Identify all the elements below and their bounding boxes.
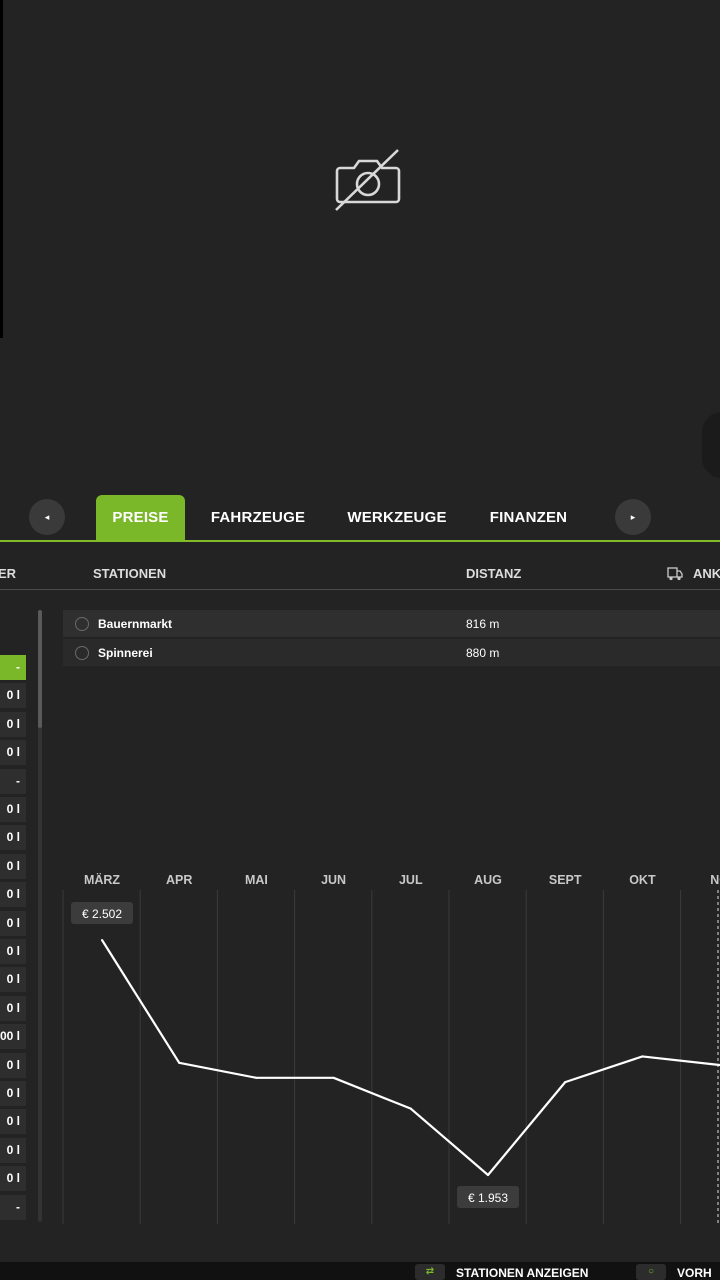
price-line (101, 939, 720, 1177)
tab-bar: ◂ PREISE FAHRZEUGE WERKZEUGE FINANZEN ▸ (0, 488, 720, 542)
month-tick-label: JUN (321, 873, 346, 887)
scrollbar-thumb[interactable] (38, 610, 42, 728)
station-icon (75, 617, 89, 631)
max-price-label: € 2.502 (71, 902, 133, 924)
min-price-label: € 1.953 (457, 1186, 519, 1208)
tab-preise[interactable]: PREISE (96, 495, 185, 540)
station-row[interactable]: Spinnerei 880 m (63, 639, 720, 666)
month-tick-label: SEPT (549, 873, 582, 887)
camera-off-icon (335, 149, 401, 211)
left-list-item[interactable]: 0 l (0, 711, 26, 737)
left-list-item[interactable]: - (0, 655, 26, 680)
price-point (178, 1061, 181, 1064)
station-distance: 880 m (466, 646, 500, 660)
price-chart: MÄRZ APR MAI JUN JUL AUG SEPT OKT NO € 2.502 € 1.9… (62, 872, 720, 1224)
truck-icon (667, 567, 683, 581)
month-tick-label: MAI (245, 873, 268, 887)
left-list-item[interactable]: 0 l (0, 825, 26, 851)
table-header: ER STATIONEN DISTANZ ANK (0, 558, 720, 590)
price-point (641, 1055, 644, 1058)
side-handle[interactable] (702, 412, 720, 478)
station-name: Bauernmarkt (98, 617, 173, 631)
month-tick-label: MÄRZ (84, 872, 120, 887)
price-point (332, 1076, 335, 1079)
station-name: Spinnerei (98, 646, 153, 660)
month-tick-label: NO (710, 873, 720, 887)
column-stations: STATIONEN (93, 566, 167, 581)
left-list-item[interactable]: 0 l (0, 683, 26, 709)
show-stations-label: STATIONEN ANZEIGEN (456, 1266, 589, 1280)
month-tick-label: APR (166, 873, 192, 887)
station-row[interactable]: Bauernmarkt 816 m (63, 610, 720, 637)
column-distance: DISTANZ (466, 566, 522, 581)
station-icon (75, 646, 89, 660)
price-point (487, 1174, 489, 1176)
swap-icon: ⇄ (415, 1264, 445, 1280)
show-stations-button[interactable]: ⇄ STATIONEN ANZEIGEN (411, 1262, 611, 1280)
tab-werkzeuge[interactable]: WERKZEUGE (340, 495, 454, 540)
camera-preview (0, 0, 720, 478)
left-list-item[interactable]: 0 l (0, 740, 26, 766)
price-point (255, 1076, 258, 1079)
month-tick-label: AUG (474, 873, 502, 887)
month-tick-label: OKT (629, 873, 656, 887)
tab-finanzen[interactable]: FINANZEN (482, 495, 575, 540)
price-point (409, 1107, 412, 1110)
column-arrival: ANK (693, 566, 720, 581)
chevron-left-icon: ◂ (44, 511, 50, 522)
price-point (101, 939, 103, 941)
next-tab-button[interactable]: ▸ (615, 499, 651, 535)
tab-fahrzeuge[interactable]: FAHRZEUGE (203, 495, 313, 540)
bottom-action-bar: ⇄ STATIONEN ANZEIGEN ○ VORH (0, 1262, 720, 1280)
left-edge-bar (0, 0, 3, 338)
svg-text:€ 1.953: € 1.953 (468, 1191, 508, 1205)
svg-text:€ 2.502: € 2.502 (82, 907, 122, 921)
chevron-right-icon: ▸ (630, 511, 636, 522)
available-label: VORH (677, 1266, 712, 1280)
available-button[interactable]: ○ VORH (632, 1262, 720, 1280)
left-list-item[interactable]: - (0, 768, 26, 794)
prev-tab-button[interactable]: ◂ (29, 499, 65, 535)
circle-icon: ○ (636, 1264, 666, 1280)
column-left: ER (0, 566, 17, 581)
station-distance: 816 m (466, 617, 500, 631)
price-point (564, 1081, 567, 1084)
month-tick-label: JUL (399, 873, 423, 887)
left-list-item[interactable]: 0 l (0, 797, 26, 822)
